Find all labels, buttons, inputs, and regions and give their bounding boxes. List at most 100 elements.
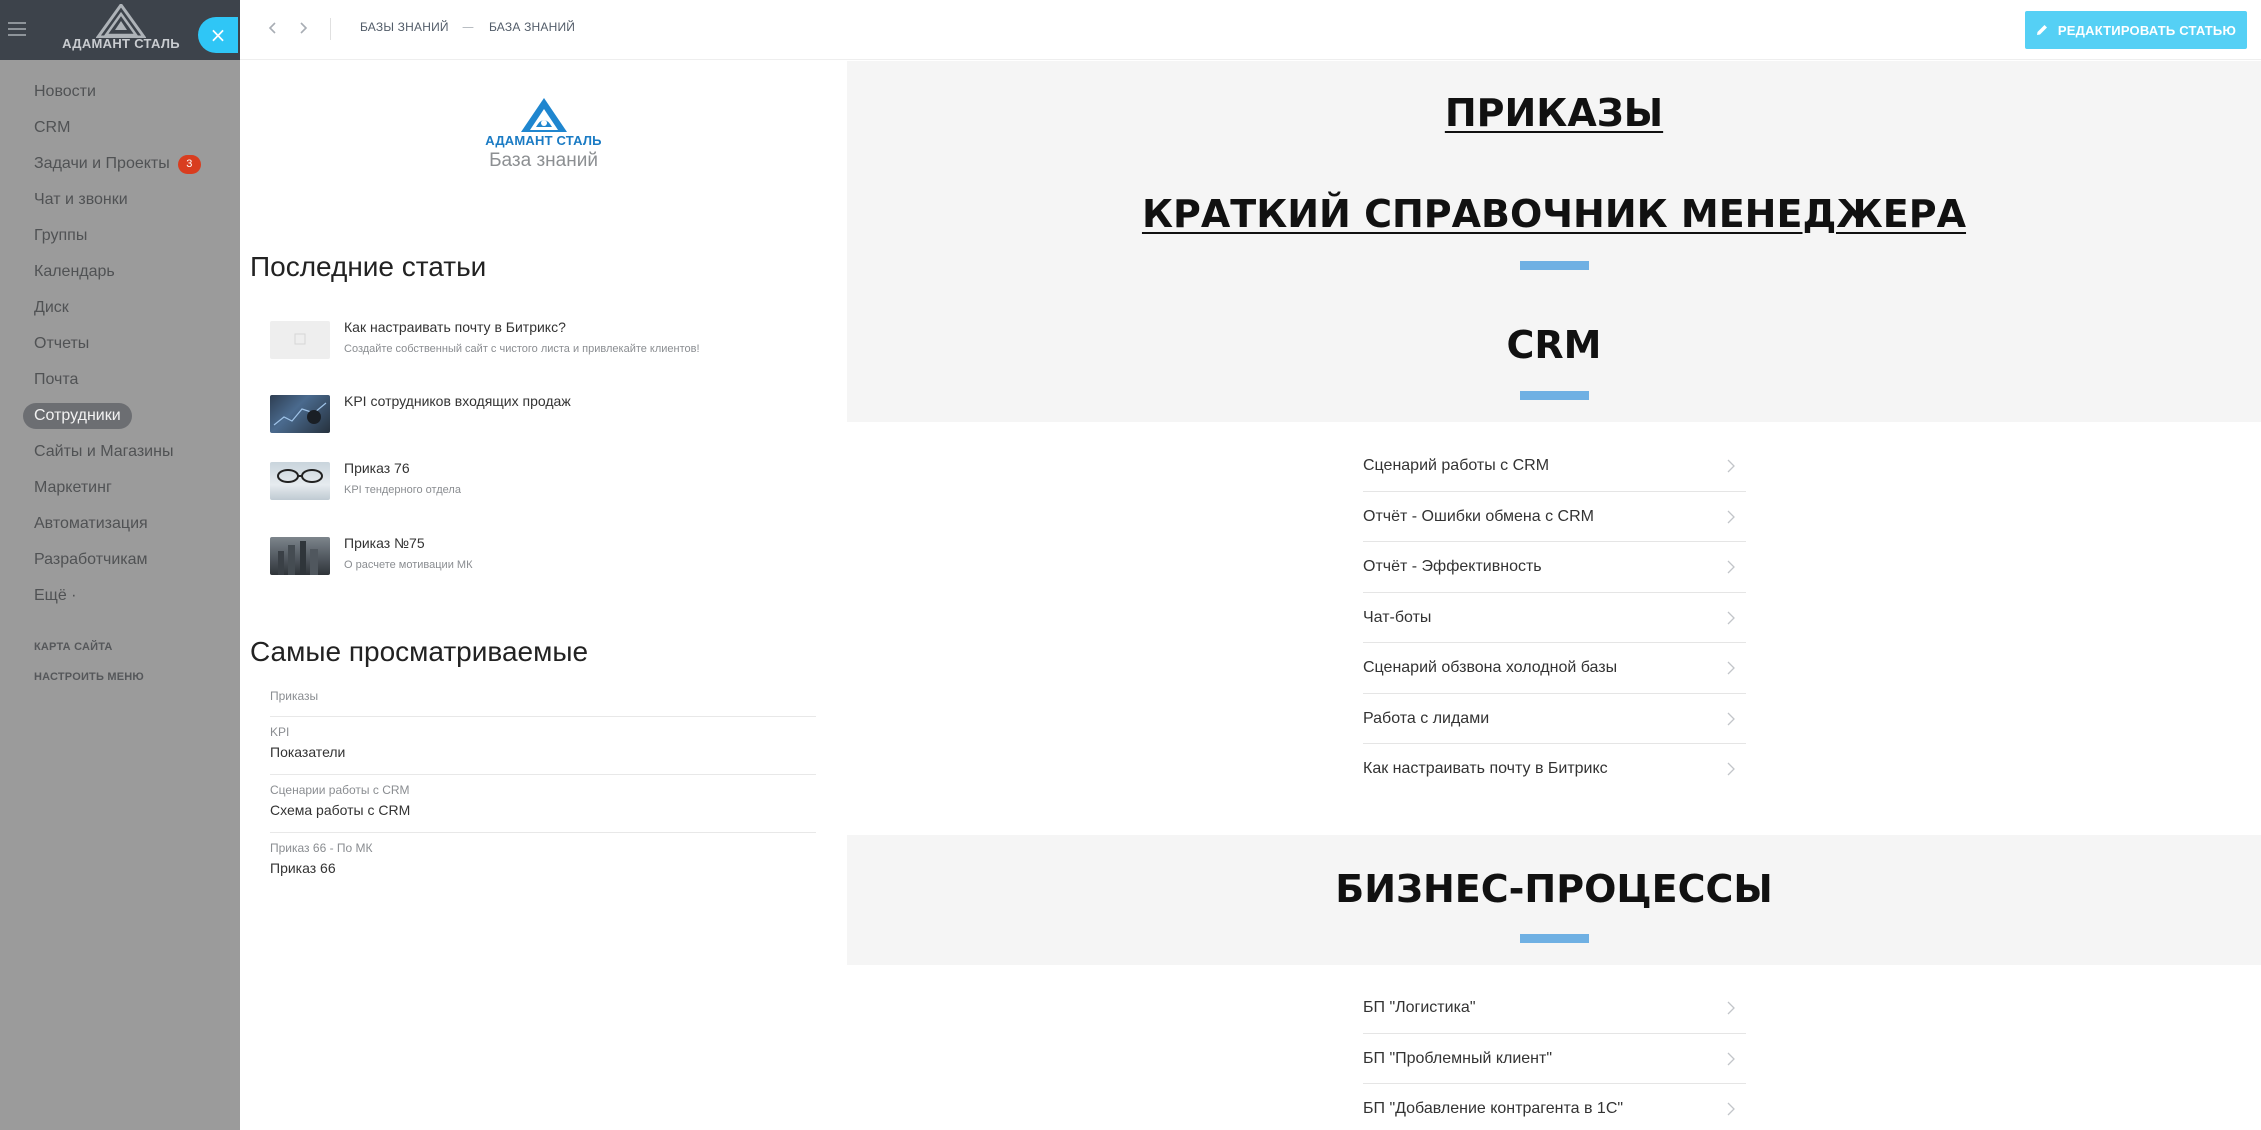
most-viewed-title-text: Показатели xyxy=(270,744,346,760)
bp-link-text: БП "Логистика" xyxy=(1363,999,1476,1016)
recent-article[interactable]: Приказ №75 О расчете мотивации МК xyxy=(270,535,830,595)
crm-section-title: CRM xyxy=(1506,323,1602,367)
nav-item-mail[interactable]: Почта xyxy=(0,362,240,398)
nav-menu: Новости CRM Задачи и Проекты 3 Чат и звон… xyxy=(0,74,240,692)
most-viewed-item[interactable]: Приказ 66 - По МК Приказ 66 xyxy=(270,833,816,891)
manager-handbook-link[interactable]: КРАТКИЙ СПРАВОЧНИК МЕНЕДЖЕРА xyxy=(847,192,2261,236)
knowledge-base-sidebar: АДАМАНТ СТАЛЬ База знаний Последние стат… xyxy=(240,61,847,1130)
back-arrow-icon[interactable] xyxy=(264,18,282,38)
most-viewed-title-text: Схема работы с CRM xyxy=(270,802,411,818)
nav-item-news[interactable]: Новости xyxy=(0,74,240,110)
content-header: БАЗЫ ЗНАНИЙ — БАЗА ЗНАНИЙ РЕДАКТИРОВАТЬ … xyxy=(240,0,2261,60)
breadcrumb-knowledge-bases[interactable]: БАЗЫ ЗНАНИЙ xyxy=(360,20,449,34)
company-logo[interactable]: АДАМАНТ СТАЛЬ xyxy=(56,4,186,56)
crm-link-item[interactable]: Чат-боты xyxy=(1363,593,1746,643)
nav-item-calendar[interactable]: Календарь xyxy=(0,254,240,290)
most-viewed-list: Приказы KPI Показатели Сценарии работы с… xyxy=(240,681,847,921)
nav-item-label: Отчеты xyxy=(34,335,90,352)
crm-link-text: Работа с лидами xyxy=(1363,709,1490,727)
bp-link-item[interactable]: БП "Добавление контрагента в 1С" xyxy=(1363,1084,1746,1130)
logo-triangle-icon xyxy=(96,4,146,38)
bp-link-text: БП "Добавление контрагента в 1С" xyxy=(1363,1100,1624,1117)
crm-link-text: Чат-боты xyxy=(1363,608,1432,626)
article-thumbnail xyxy=(270,537,330,575)
crm-link-item[interactable]: Как настраивать почту в Битрикс xyxy=(1363,744,1746,795)
close-slider-button[interactable]: × xyxy=(198,17,238,53)
recent-article[interactable]: KPI сотрудников входящих продаж xyxy=(270,393,830,453)
article-title: KPI сотрудников входящих продаж xyxy=(344,393,571,409)
nav-item-more[interactable]: Ещё · xyxy=(0,578,240,614)
article-description: KPI тендерного отдела xyxy=(344,484,461,496)
nav-item-sites[interactable]: Сайты и Магазины xyxy=(0,434,240,470)
most-viewed-category: Приказ 66 - По МК xyxy=(270,841,373,855)
nav-item-marketing[interactable]: Маркетинг xyxy=(0,470,240,506)
recent-articles-title: Последние статьи xyxy=(250,251,487,282)
crm-link-text: Отчёт - Эффективность xyxy=(1363,558,1542,575)
nav-item-chat[interactable]: Чат и звонки xyxy=(0,182,240,218)
chevron-right-icon xyxy=(1727,560,1735,574)
accent-divider xyxy=(1520,261,1589,270)
crm-link-text: Сценарий обзвона холодной базы xyxy=(1363,659,1618,676)
bp-link-item[interactable]: БП "Проблемный клиент" xyxy=(1363,1034,1746,1084)
bp-link-item[interactable]: БП "Логистика" xyxy=(1363,983,1746,1034)
crm-link-text: Сценарий работы с CRM xyxy=(1363,457,1550,474)
sitemap-link[interactable]: КАРТА САЙТА xyxy=(0,632,240,662)
crm-link-item[interactable]: Сценарий обзвона холодной базы xyxy=(1363,643,1746,694)
nav-item-label: Разработчикам xyxy=(34,551,148,568)
crm-link-text: Отчёт - Ошибки обмена с CRM xyxy=(1363,507,1594,525)
nav-item-label: Сотрудники xyxy=(23,403,132,429)
business-processes-title: БИЗНЕС-ПРОЦЕССЫ xyxy=(1335,867,1773,911)
nav-item-automation[interactable]: Автоматизация xyxy=(0,506,240,542)
pencil-icon xyxy=(2036,25,2047,35)
orders-link[interactable]: ПРИКАЗЫ xyxy=(847,91,2261,135)
kb-subtitle: База знаний xyxy=(489,150,598,171)
nav-item-employees[interactable]: Сотрудники xyxy=(0,398,240,434)
article-title: Как настраивать почту в Битрикс? xyxy=(344,319,566,335)
header-divider xyxy=(330,18,331,40)
nav-item-groups[interactable]: Группы xyxy=(0,218,240,254)
nav-item-tasks[interactable]: Задачи и Проекты 3 xyxy=(0,146,240,182)
kb-brand-name: АДАМАНТ СТАЛЬ xyxy=(485,133,602,148)
edit-article-button[interactable]: РЕДАКТИРОВАТЬ СТАТЬЮ xyxy=(2025,11,2247,49)
forward-arrow-icon[interactable] xyxy=(294,18,312,38)
chevron-right-icon xyxy=(1727,712,1735,725)
recent-article[interactable]: Как настраивать почту в Битрикс? Создайт… xyxy=(270,319,830,379)
crm-link-item[interactable]: Сценарий работы с CRM xyxy=(1363,441,1746,492)
nav-item-label: Новости xyxy=(34,83,96,100)
bp-links-list: БП "Логистика" БП "Проблемный клиент" БП… xyxy=(1363,983,1746,1130)
most-viewed-item[interactable]: KPI Показатели xyxy=(270,717,816,775)
nav-item-reports[interactable]: Отчеты xyxy=(0,326,240,362)
nav-item-crm[interactable]: CRM xyxy=(0,110,240,146)
crm-link-item[interactable]: Отчёт - Эффективность xyxy=(1363,542,1746,593)
nav-item-label: Ещё · xyxy=(34,587,77,604)
nav-item-developers[interactable]: Разработчикам xyxy=(0,542,240,578)
crm-link-text: Как настраивать почту в Битрикс xyxy=(1363,760,1608,777)
nav-item-label: CRM xyxy=(34,119,71,136)
most-viewed-item[interactable]: Сценарии работы с CRM Схема работы с CRM xyxy=(270,775,816,833)
edit-article-label: РЕДАКТИРОВАТЬ СТАТЬЮ xyxy=(2057,22,2237,38)
kb-logo[interactable]: АДАМАНТ СТАЛЬ База знаний xyxy=(240,97,847,172)
chevron-right-icon xyxy=(1727,762,1735,776)
nav-item-label: Группы xyxy=(34,227,88,244)
nav-item-label: Маркетинг xyxy=(34,479,112,496)
nav-item-label: Автоматизация xyxy=(34,515,148,532)
most-viewed-item[interactable]: Приказы xyxy=(270,681,816,717)
recent-article[interactable]: Приказ 76 KPI тендерного отдела xyxy=(270,460,830,520)
breadcrumb-knowledge-base[interactable]: БАЗА ЗНАНИЙ xyxy=(489,20,575,34)
crm-link-item[interactable]: Работа с лидами xyxy=(1363,694,1746,744)
nav-brand-name: АДАМАНТ СТАЛЬ xyxy=(62,36,180,51)
menu-burger-icon[interactable] xyxy=(8,22,26,36)
crm-link-item[interactable]: Отчёт - Ошибки обмена с CRM xyxy=(1363,492,1746,542)
article-title: Приказ №75 xyxy=(344,535,425,551)
nav-item-disk[interactable]: Диск xyxy=(0,290,240,326)
configure-menu-link[interactable]: НАСТРОИТЬ МЕНЮ xyxy=(0,662,240,692)
article-description: Создайте собственный сайт с чистого лист… xyxy=(344,343,700,355)
chevron-right-icon xyxy=(1727,661,1735,675)
left-navigation: АДАМАНТ СТАЛЬ × Новости CRM Задачи и Про… xyxy=(0,0,240,1130)
article-title: Приказ 76 xyxy=(344,460,410,476)
breadcrumb-separator: — xyxy=(462,20,474,34)
most-viewed-category: Приказы xyxy=(270,689,319,703)
accent-divider xyxy=(1520,934,1589,943)
article-thumbnail xyxy=(270,321,330,359)
